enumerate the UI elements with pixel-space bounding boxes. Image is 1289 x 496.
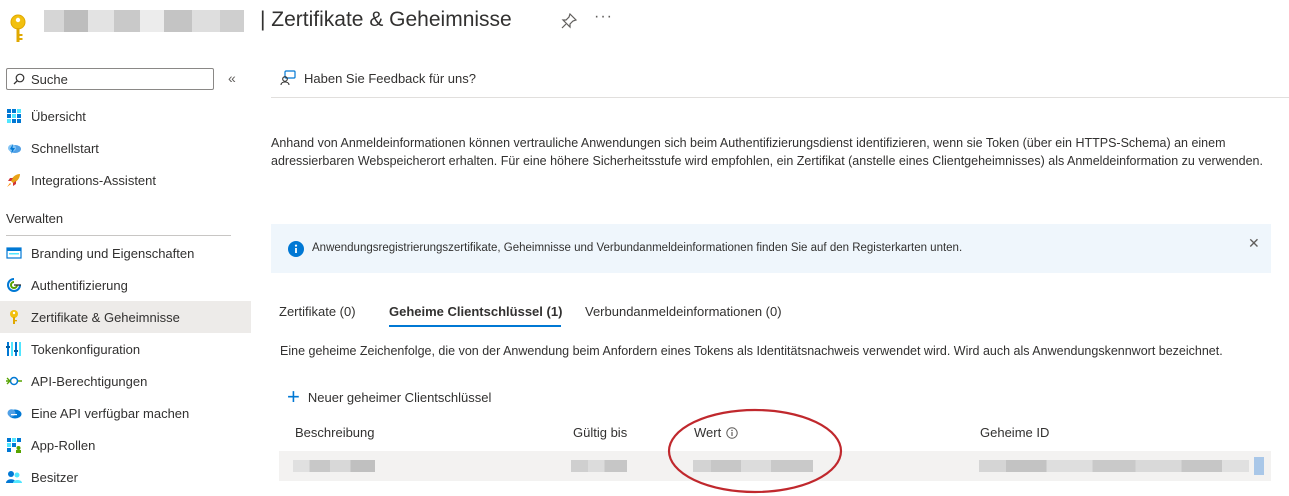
sidebar-item-label: Integrations-Assistent (31, 172, 157, 188)
page-description: Anhand von Anmeldeinformationen können v… (271, 136, 1263, 168)
highlight-ellipse (667, 408, 843, 494)
cloud-lightning-icon (8, 144, 21, 154)
sidebar-item-tokenkonfiguration[interactable]: Tokenkonfiguration (0, 333, 251, 365)
sidebar-item-label: App-Rollen (31, 437, 96, 453)
column-header-beschreibung[interactable]: Beschreibung (295, 425, 375, 440)
sidebar-item-integrations-assistent[interactable]: Integrations-Assistent (0, 164, 251, 196)
sidebar-item-branding[interactable]: Branding und Eigenschaften (0, 237, 251, 269)
tab-geheime-clientschluessel[interactable]: Geheime Clientschlüssel (1) (389, 304, 562, 319)
rocket-icon (7, 174, 20, 187)
sidebar-item-label: Tokenkonfiguration (31, 341, 141, 357)
page-title: | Zertifikate & Geheimnisse (260, 8, 512, 31)
authentication-icon (7, 278, 21, 292)
app-name-redacted (44, 10, 244, 32)
sidebar-item-label: Zertifikate & Geheimnisse (31, 309, 180, 325)
plus-icon: + (287, 384, 300, 409)
cloud-api-icon (7, 409, 22, 419)
app-roles-icon (7, 438, 21, 453)
column-header-geheime-id[interactable]: Geheime ID (980, 425, 1049, 440)
feedback-link[interactable]: Haben Sie Feedback für uns? (280, 70, 476, 86)
info-banner-text: Anwendungsregistrierungszertifikate, Geh… (312, 242, 963, 254)
owners-icon (6, 471, 22, 483)
sidebar-item-api-verfuegbar[interactable]: Eine API verfügbar machen (0, 397, 251, 429)
tab-zertifikate[interactable]: Zertifikate (0) (279, 304, 356, 319)
grid-icon (7, 109, 21, 123)
sidebar-item-authentifizierung[interactable]: Authentifizierung (0, 269, 251, 301)
sidebar-item-label: Authentifizierung (31, 277, 128, 293)
sidebar-divider (6, 235, 231, 236)
sidebar-item-label: Eine API verfügbar machen (31, 405, 190, 421)
redacted-secret-id (979, 460, 1249, 472)
feedback-person-icon (280, 70, 296, 86)
more-options-icon[interactable]: ··· (594, 8, 613, 26)
sidebar-item-label: Branding und Eigenschaften (31, 245, 195, 261)
redacted-description (293, 460, 375, 472)
search-icon (13, 73, 25, 85)
branding-icon (6, 247, 22, 259)
token-bars-icon (6, 342, 21, 356)
tab-description: Eine geheime Zeichenfolge, die von der A… (280, 344, 1223, 358)
info-banner: Anwendungsregistrierungszertifikate, Geh… (271, 224, 1271, 273)
sidebar-item-label: API-Berechtigungen (31, 373, 148, 389)
sidebar-item-uebersicht[interactable]: Übersicht (0, 100, 251, 132)
search-box[interactable] (6, 68, 214, 90)
key-icon (10, 14, 26, 42)
api-permissions-icon (6, 376, 22, 386)
sidebar-item-besitzer[interactable]: Besitzer (0, 461, 251, 493)
tab-verbundanmeldeinformationen[interactable]: Verbundanmeldeinformationen (0) (585, 304, 782, 319)
copy-icon[interactable] (1254, 457, 1264, 475)
search-input[interactable] (31, 71, 207, 87)
close-icon[interactable]: ✕ (1248, 235, 1260, 252)
sidebar-item-schnellstart[interactable]: Schnellstart (0, 132, 251, 164)
active-tab-indicator (389, 325, 561, 327)
collapse-sidebar-icon[interactable]: « (228, 70, 236, 86)
sidebar-item-zertifikate-geheimnisse[interactable]: Zertifikate & Geheimnisse (0, 301, 251, 333)
sidebar-item-app-rollen[interactable]: App-Rollen (0, 429, 251, 461)
sidebar-item-label: Besitzer (31, 469, 78, 485)
new-client-secret-button[interactable]: + Neuer geheimer Clientschlüssel (287, 384, 492, 409)
info-icon (288, 241, 304, 257)
redacted-expiry (571, 460, 627, 472)
pin-icon[interactable] (561, 13, 577, 29)
sidebar-group-verwalten: Verwalten (6, 211, 64, 226)
toolbar-divider (271, 97, 1289, 98)
column-header-gueltig-bis[interactable]: Gültig bis (573, 425, 627, 440)
key-icon (10, 310, 18, 324)
sidebar-item-api-berechtigungen[interactable]: API-Berechtigungen (0, 365, 251, 397)
sidebar-item-label: Übersicht (31, 108, 86, 124)
sidebar-item-label: Schnellstart (31, 140, 99, 156)
new-client-secret-label: Neuer geheimer Clientschlüssel (307, 389, 492, 405)
feedback-label: Haben Sie Feedback für uns? (304, 70, 476, 86)
